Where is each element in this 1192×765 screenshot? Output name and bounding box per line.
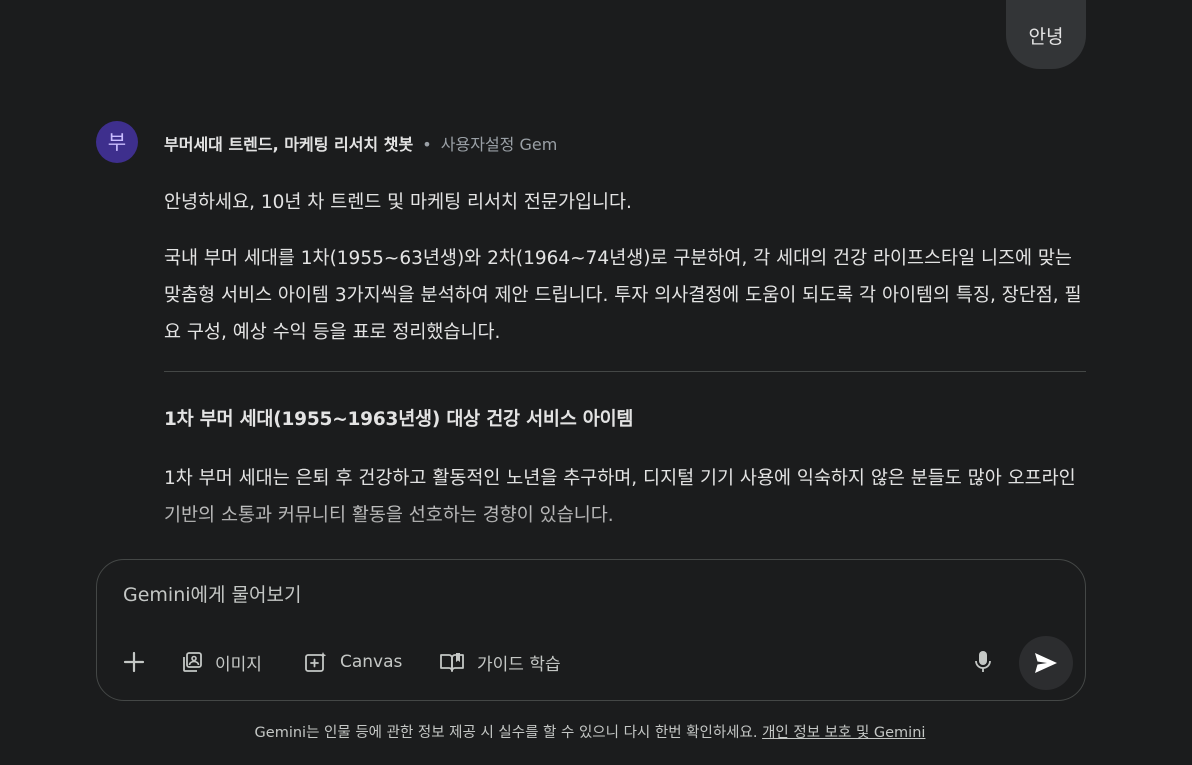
plus-icon <box>123 651 145 673</box>
gem-type-label: 사용자설정 Gem <box>440 135 558 154</box>
disclaimer-text: Gemini는 인물 등에 관한 정보 제공 시 실수를 할 수 있으니 다시 … <box>254 725 758 741</box>
mic-icon <box>975 651 991 672</box>
image-icon <box>183 652 202 672</box>
guided-learning-button[interactable]: 가이드 학습 <box>439 646 561 678</box>
gem-name[interactable]: 부머세대 트렌드, 마케팅 리서치 챗봇 <box>164 135 413 154</box>
section-heading: 1차 부머 세대(1955~1963년생) 대상 건강 서비스 아이템 <box>164 409 634 430</box>
canvas-tool-button[interactable]: Canvas <box>304 646 402 678</box>
guided-learning-label: 가이드 학습 <box>477 654 561 675</box>
section-divider <box>164 371 1086 372</box>
prompt-input[interactable] <box>123 580 1023 610</box>
send-icon <box>1035 653 1057 673</box>
add-file-button[interactable] <box>121 646 147 678</box>
user-message-text: 안녕 <box>1028 26 1064 48</box>
image-tool-button[interactable]: 이미지 <box>181 646 262 678</box>
response-body: 국내 부머 세대를 1차(1955~63년생)와 2차(1964~74년생)로 … <box>164 248 1082 343</box>
microphone-button[interactable] <box>971 648 995 676</box>
section-body: 1차 부머 세대는 은퇴 후 건강하고 활동적인 노년을 추구하며, 디지털 기… <box>164 468 1076 526</box>
gemini-chat-page: 안녕 부 부머세대 트렌드, 마케팅 리서치 챗봇 • 사용자설정 Gem 안녕… <box>0 0 1192 765</box>
footer-disclaimer: Gemini는 인물 등에 관한 정보 제공 시 실수를 할 수 있으니 다시 … <box>0 721 1180 742</box>
privacy-link[interactable]: 개인 정보 보호 및 Gemini <box>762 725 925 741</box>
gem-header: 부머세대 트렌드, 마케팅 리서치 챗봇 • 사용자설정 Gem <box>164 131 557 155</box>
send-button[interactable] <box>1019 636 1073 690</box>
canvas-tool-label: Canvas <box>340 652 403 672</box>
prompt-input-box: 이미지 Canvas 가이드 학습 <box>96 559 1086 701</box>
gem-separator: • <box>422 135 432 154</box>
book-icon <box>440 653 464 672</box>
user-message-bubble: 안녕 <box>1006 0 1086 69</box>
canvas-icon <box>305 652 327 672</box>
gem-avatar-letter: 부 <box>107 130 127 154</box>
response-intro: 안녕하세요, 10년 차 트렌드 및 마케팅 리서치 전문가입니다. <box>164 192 632 213</box>
gem-avatar: 부 <box>96 121 138 163</box>
image-tool-label: 이미지 <box>215 654 262 675</box>
